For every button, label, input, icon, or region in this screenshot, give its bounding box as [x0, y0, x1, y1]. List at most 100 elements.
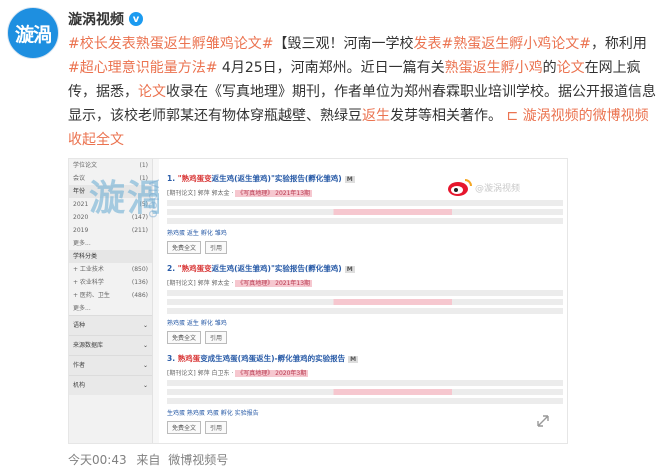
keyword-link[interactable]: 返生	[362, 108, 390, 124]
sidebar-filter-item: 学科分类	[69, 250, 152, 263]
filter-label: 会议	[73, 175, 86, 182]
text-part: 的	[542, 60, 557, 76]
chevron-down-icon: ⌄	[142, 382, 148, 389]
result-title-highlight: "熟鸡蛋变	[177, 174, 212, 183]
filter-label: 年份	[73, 188, 86, 195]
abstract-line	[167, 389, 563, 395]
result-keywords: 熟鸡蛋 返生 孵化 雏鸡	[167, 320, 227, 327]
result-authors: [期刊论文] 郭萍 郭太金 ·	[167, 190, 236, 197]
post-source[interactable]: 微博视频号	[168, 453, 228, 467]
result-number: 2.	[167, 264, 178, 273]
video-thumbnail[interactable]: 学位论文 (1) 会议 (1) 年份 2021 (5) 2020 (147) 2019 (211) 更…	[68, 158, 568, 444]
post-text: #校长发表熟蛋返生孵雏鸡论文#【毁三观！河南一学校发表#熟蛋返生孵小鸡论文#，称…	[68, 32, 664, 152]
filter-label: + 工业技术	[73, 266, 104, 273]
result-meta: [期刊论文] 郭萍 白卫东 · 《写真地理》 2020年3期	[167, 368, 563, 377]
result-title-highlight: 熟鸡蛋	[177, 354, 201, 363]
topic-3-text: 超心理意识能量方法	[79, 60, 206, 76]
keyword-link[interactable]: 发表	[413, 36, 441, 52]
chevron-down-icon: ⌄	[142, 322, 148, 329]
result-item: 3. 熟鸡蛋变成生鸡蛋(鸡蛋返生)-孵化雏鸡的实验报告 M [期刊论文] 郭萍 白卫…	[167, 353, 563, 434]
filter-label: + 医药、卫生	[73, 292, 110, 299]
free-fulltext-button: 免费全文	[167, 421, 202, 434]
result-title: 2. "熟鸡蛋变返生鸡(返生雏鸡)"实验报告(孵化雏鸡) M	[167, 263, 563, 274]
weibo-post: 漩渦 漩涡视频 v #校长发表熟蛋返生孵雏鸡论文#【毁三观！河南一学校发表#熟蛋…	[0, 0, 670, 472]
sidebar-section: 语种 ⌄	[69, 315, 152, 335]
text-part: 4月25日，河南郑州。近日一篇有关	[221, 60, 445, 76]
section-label: 机构	[73, 382, 86, 389]
author-name[interactable]: 漩涡视频	[68, 9, 124, 29]
abstract-line	[167, 290, 563, 296]
filter-label: 更多...	[73, 240, 91, 247]
result-item: 2. "熟鸡蛋变返生鸡(返生雏鸡)"实验报告(孵化雏鸡) M [期刊论文] 郭萍 郭…	[167, 263, 563, 344]
sidebar-filter-item: + 医药、卫生 (486)	[69, 289, 152, 302]
cite-button: 引用	[205, 421, 228, 434]
topic-link-2[interactable]: 熟蛋返生孵小鸡论文	[453, 36, 579, 52]
abstract-line	[167, 209, 563, 215]
result-keywords: 熟鸡蛋 返生 孵化 雏鸡	[167, 230, 227, 237]
result-title-text: 变成生鸡蛋(鸡蛋返生)-孵化雏鸡的实验报告	[200, 354, 346, 363]
topic-link-2-prefix[interactable]: #	[441, 36, 453, 52]
filter-label: + 农业科学	[73, 279, 104, 286]
result-authors: [期刊论文] 郭萍 郭太金 ·	[167, 280, 236, 287]
sidebar-section: 来源数据库 ⌄	[69, 335, 152, 355]
abstract-line	[167, 299, 563, 305]
topic-link-1[interactable]: #校长发表熟蛋返生孵雏鸡论文#	[68, 36, 273, 52]
post-time[interactable]: 今天00:43	[68, 453, 127, 467]
collapse-link[interactable]: 收起全文	[68, 132, 124, 148]
result-title-text: 返生鸡(返生雏鸡)"实验报告(孵化雏鸡)	[211, 174, 342, 183]
section-label: 作者	[73, 362, 86, 369]
search-results: 1. "熟鸡蛋变返生鸡(返生雏鸡)"实验报告(孵化雏鸡) M [期刊论文] 郭萍 郭…	[159, 159, 567, 443]
sidebar-filter-item: + 农业科学 (136)	[69, 276, 152, 289]
keyword-link[interactable]: 论文	[557, 60, 585, 76]
result-title: 3. 熟鸡蛋变成生鸡蛋(鸡蛋返生)-孵化雏鸡的实验报告 M	[167, 353, 563, 364]
weibo-watermark: @漩涡视频	[475, 184, 521, 194]
abstract-line	[167, 398, 563, 404]
chevron-down-icon: ⌄	[142, 362, 148, 369]
result-actions: 免费全文 引用	[167, 421, 563, 434]
fullscreen-icon[interactable]	[536, 414, 550, 428]
sidebar-section: 作者 ⌄	[69, 355, 152, 375]
author-avatar[interactable]: 漩渦	[7, 7, 59, 59]
video-link-icon: ⊏	[506, 108, 523, 124]
section-label: 语种	[73, 322, 86, 329]
abstract-line	[167, 218, 563, 224]
result-number: 3.	[167, 354, 178, 363]
abstract-line	[167, 380, 563, 386]
result-title-highlight: "熟鸡蛋变	[177, 264, 212, 273]
text-part: ，称利用	[590, 36, 647, 52]
filter-label: 学科分类	[73, 253, 98, 260]
result-authors: [期刊论文] 郭萍 白卫东 ·	[167, 370, 236, 377]
sidebar-section: 机构 ⌄	[69, 375, 152, 395]
result-keywords: 生鸡蛋 熟鸡蛋 鸡蛋 孵化 实验报告	[167, 410, 259, 417]
section-label: 来源数据库	[73, 342, 104, 349]
topic-link-3[interactable]: #超心理意识能量方法#	[68, 60, 217, 76]
topic-3-hash: #	[68, 60, 80, 76]
sidebar-filter-item: 2019 (211)	[69, 224, 152, 237]
filter-count: (211)	[131, 227, 148, 234]
topic-link-2-suffix[interactable]: #	[579, 36, 591, 52]
free-fulltext-button: 免费全文	[167, 241, 202, 254]
free-fulltext-button: 免费全文	[167, 331, 202, 344]
filter-count: (850)	[131, 266, 148, 273]
result-actions: 免费全文 引用	[167, 241, 563, 254]
result-number: 1.	[167, 174, 178, 183]
keyword-link[interactable]: 论文	[138, 84, 166, 100]
source-prefix: 来自	[136, 453, 161, 467]
result-tag-m: M	[344, 266, 355, 273]
filter-label: 2020	[73, 214, 89, 221]
sidebar-filter-item: 更多...	[69, 237, 152, 250]
filter-label: 2021	[73, 201, 89, 208]
filter-count: (486)	[131, 292, 148, 299]
cite-button: 引用	[205, 331, 228, 344]
sidebar-filter-item: 更多...	[69, 302, 152, 315]
topic-3-hash-end: #	[205, 60, 218, 76]
author-name-row: 漩涡视频 v	[68, 9, 143, 29]
weibo-logo-icon	[448, 179, 472, 196]
avatar-text: 漩渦	[14, 23, 52, 46]
chevron-down-icon: ⌄	[142, 342, 148, 349]
verified-icon: v	[129, 12, 143, 26]
video-link[interactable]: ⊏ 漩涡视频的微博视频	[506, 108, 648, 124]
keyword-link[interactable]: 熟蛋返生孵小鸡	[445, 60, 543, 76]
filter-label: 2019	[73, 227, 89, 234]
post-footer: 今天00:43 来自 微博视频号	[68, 451, 228, 468]
